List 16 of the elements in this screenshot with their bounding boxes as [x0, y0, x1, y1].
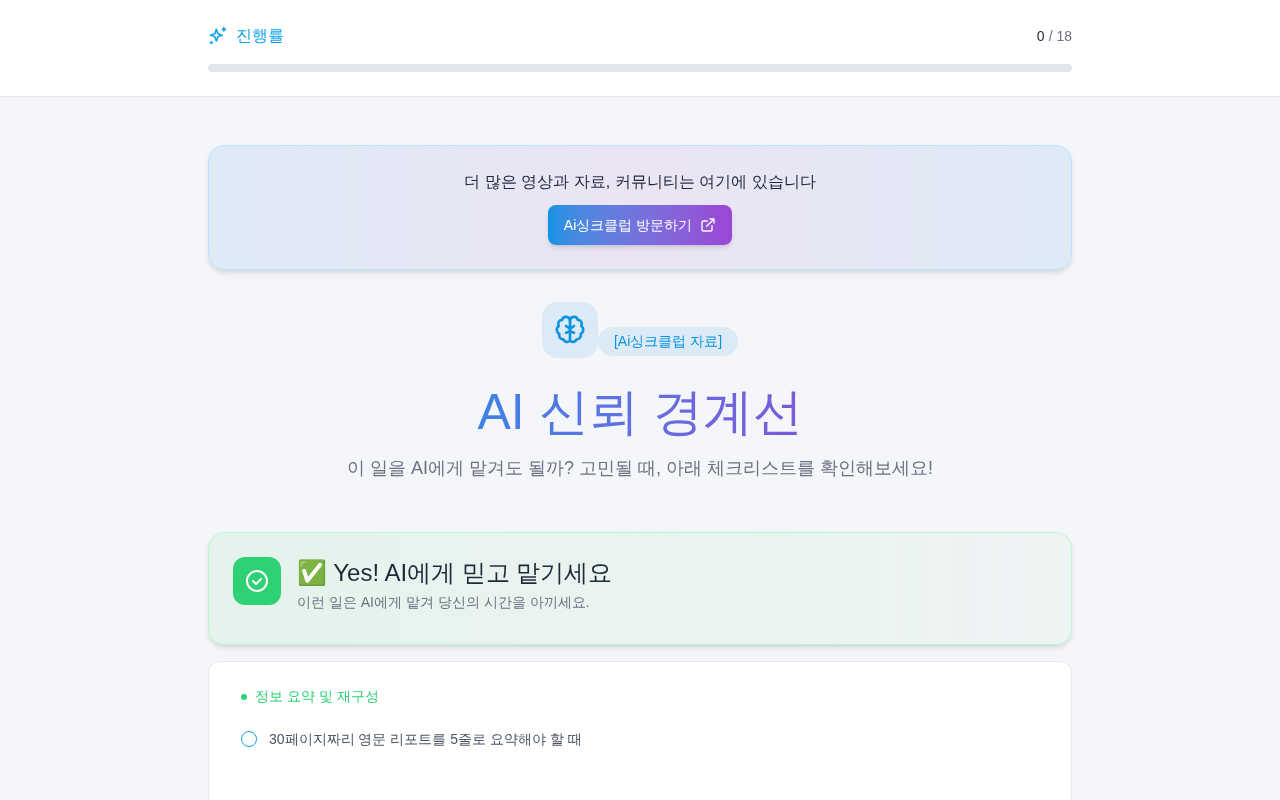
category-label: 정보 요약 및 재구성	[255, 687, 379, 706]
check-circle-icon	[245, 569, 269, 593]
visit-button[interactable]: Ai싱크클럽 방문하기	[547, 205, 733, 245]
progress-label: 진행률	[236, 26, 284, 46]
source-badge: [Ai싱크클럽 자료]	[597, 327, 739, 356]
sparkle-icon	[208, 26, 228, 46]
external-link-icon	[700, 217, 717, 233]
checklist-item-text: 30페이지짜리 영문 리포트를 5줄로 요약해야 할 때	[269, 729, 582, 749]
page-subtitle: 이 일을 AI에게 맡겨도 될까? 고민될 때, 아래 체크리스트를 확인해보세요!	[346, 457, 934, 480]
brain-icon	[553, 314, 586, 346]
progress-count: 0	[1036, 26, 1045, 46]
progress-total: / 18	[1048, 26, 1072, 46]
checkbox[interactable]	[241, 731, 257, 747]
section-subtitle: 이런 일은 AI에게 맡겨 당신의 시간을 아끼세요.	[297, 593, 591, 612]
banner-text: 더 많은 영상과 자료, 커뮤니티는 여기에 있습니다	[464, 172, 816, 192]
section-title: ✅ Yes! AI에게 믿고 맡기세요	[297, 558, 613, 588]
